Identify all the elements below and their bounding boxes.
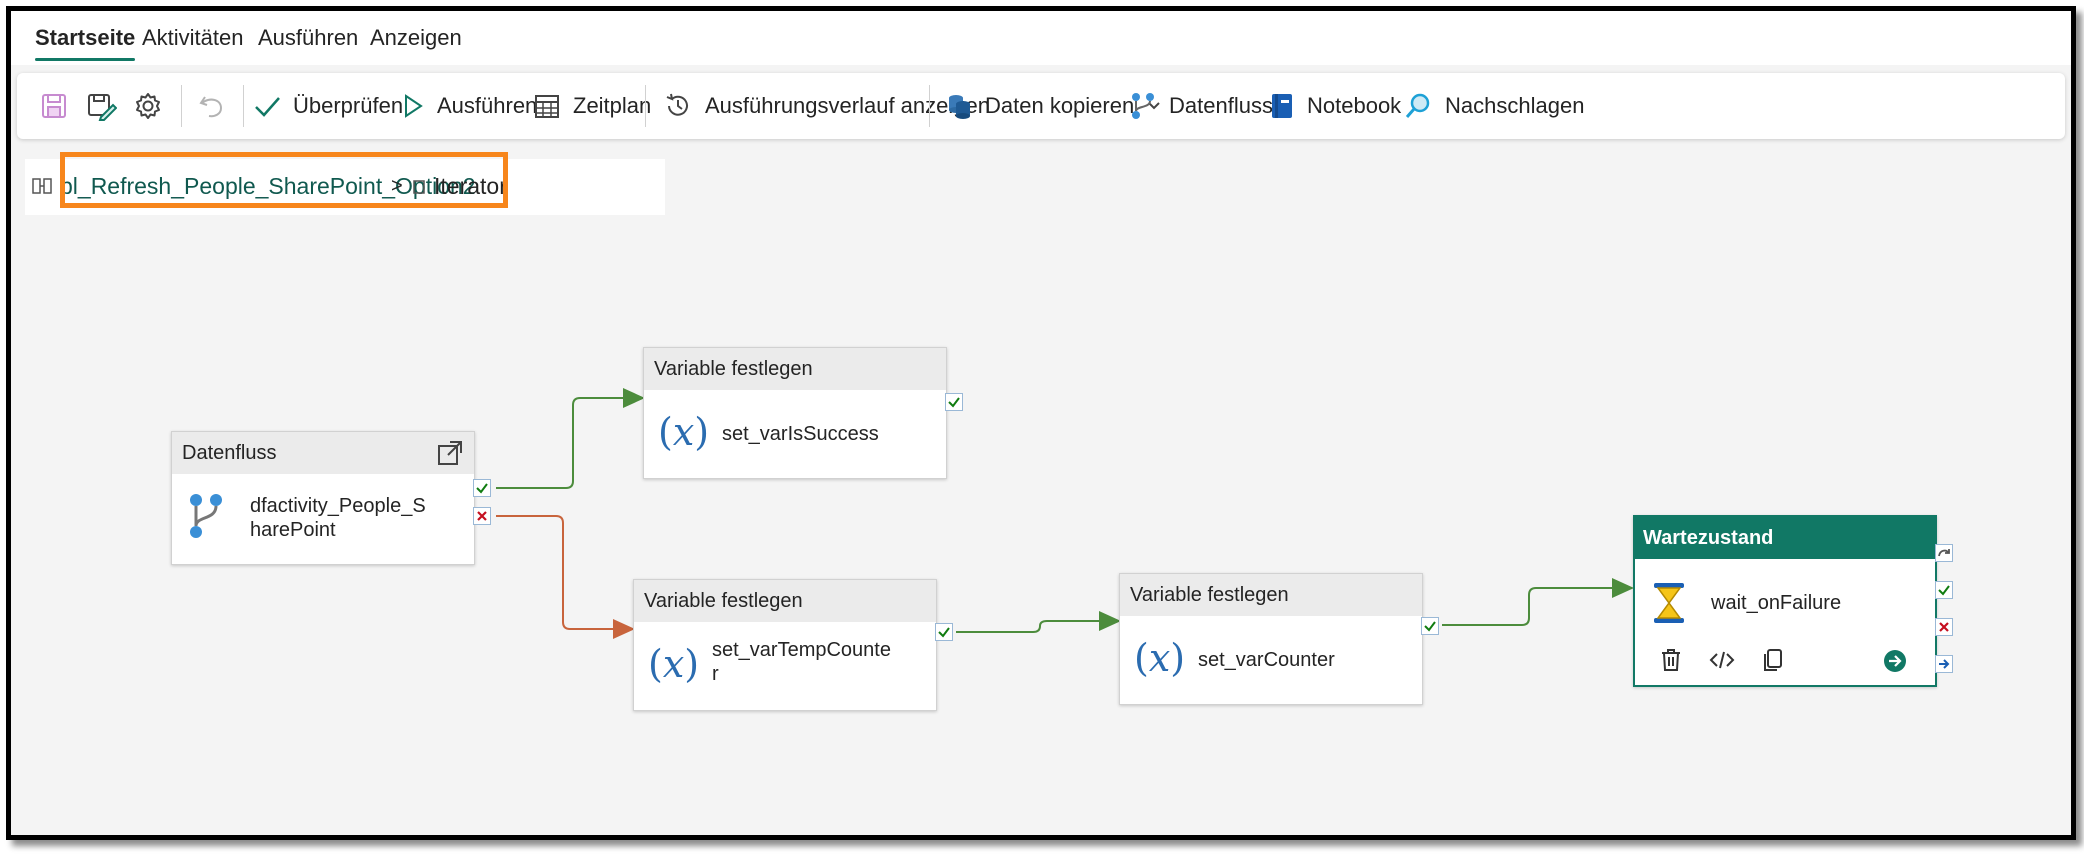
connector-success — [496, 388, 645, 489]
tab-anzeigen[interactable]: Anzeigen — [370, 25, 462, 51]
gear-icon — [136, 93, 160, 119]
completion-port[interactable] — [1935, 655, 1953, 673]
checkmark-icon — [938, 627, 950, 638]
magnifier-icon — [1405, 93, 1430, 118]
success-port[interactable] — [1935, 581, 1953, 599]
success-port[interactable] — [935, 623, 953, 641]
node-header: Variable festlegen — [644, 348, 946, 390]
set-variable-node[interactable]: Variable festlegen (x) set_varTempCounte… — [633, 579, 937, 711]
toolbar-divider — [243, 85, 244, 127]
node-type-label: Datenfluss — [182, 442, 277, 464]
arrow-right-icon — [1939, 659, 1950, 669]
node-header: Variable festlegen — [634, 580, 936, 622]
highlight-box — [60, 152, 508, 208]
node-name: set_varCounter — [1198, 649, 1335, 671]
save-as-icon — [88, 94, 117, 121]
play-icon — [405, 94, 423, 118]
variable-icon: (x) — [658, 410, 710, 454]
run-button[interactable]: Ausführen — [401, 73, 537, 139]
lookup-label: Nachschlagen — [1445, 93, 1585, 118]
node-type-label: Variable festlegen — [654, 358, 813, 380]
schedule-button[interactable]: Zeitplan — [533, 73, 651, 139]
node-header: Datenfluss — [172, 432, 474, 474]
node-name: wait_onFailure — [1711, 592, 1842, 614]
variable-icon: (x) — [648, 642, 700, 686]
node-type-label: Variable festlegen — [644, 590, 803, 612]
run-history-button[interactable]: Ausführungsverlauf anzeigen — [663, 73, 990, 139]
checkmark-icon — [255, 97, 280, 117]
close-icon — [1939, 622, 1949, 632]
tab-ausfuehren[interactable]: Ausführen — [258, 25, 358, 51]
calendar-icon — [535, 95, 559, 118]
node-header: Variable festlegen — [1120, 574, 1422, 616]
window-frame: Startseite Aktivitäten Ausführen Anzeige… — [6, 6, 2076, 840]
arrow-right-circle-icon[interactable] — [1883, 649, 1907, 673]
copy-data-label: Daten kopieren — [985, 93, 1135, 118]
dataflow-icon — [190, 494, 222, 538]
tab-startseite[interactable]: Startseite — [35, 25, 136, 61]
run-label: Ausführen — [437, 93, 538, 118]
set-variable-node[interactable]: Variable festlegen (x) set_varCounter — [1119, 573, 1423, 705]
variable-icon: (x) — [1134, 636, 1186, 680]
toolbar-divider — [929, 85, 930, 127]
node-name: set_varIsSuccess — [722, 423, 879, 445]
schedule-label: Zeitplan — [573, 93, 652, 118]
connector-success — [1442, 578, 1634, 626]
lookup-button[interactable]: Nachschlagen — [1403, 73, 1584, 139]
pipeline-icon — [32, 178, 52, 194]
undo-icon — [199, 96, 223, 118]
node-type-label: Variable festlegen — [1130, 584, 1289, 606]
skip-port[interactable] — [1935, 544, 1953, 562]
save-button[interactable] — [39, 73, 69, 139]
copy-icon[interactable] — [1761, 647, 1785, 673]
save-as-button[interactable] — [85, 73, 117, 139]
dataflow-button[interactable]: Datenfluss — [1129, 73, 1273, 139]
database-icon — [949, 95, 970, 119]
failure-port[interactable] — [473, 507, 491, 525]
code-icon[interactable] — [1709, 649, 1735, 671]
notebook-button[interactable]: Notebook — [1269, 73, 1401, 139]
wait-activity-node[interactable]: Wartezustand wait_onFailure — [1633, 515, 1937, 687]
notebook-icon — [1272, 94, 1292, 118]
checkmark-icon — [476, 483, 488, 494]
settings-button[interactable] — [133, 73, 163, 139]
notebook-label: Notebook — [1307, 93, 1402, 118]
ribbon-tabs: Startseite Aktivitäten Ausführen Anzeige… — [11, 11, 2071, 65]
connector-failure — [496, 515, 635, 639]
tab-aktivitaeten[interactable]: Aktivitäten — [142, 25, 244, 51]
toolbar-divider — [645, 85, 646, 127]
node-name: dfactivity_People_S harePoint — [250, 495, 426, 541]
toolbar-divider — [181, 85, 182, 127]
validate-button[interactable]: Überprüfen — [253, 73, 403, 139]
success-port[interactable] — [945, 393, 963, 411]
dataflow-activity-node[interactable]: Datenfluss dfactivity_People_S harePoint — [171, 431, 475, 565]
dataflow-icon — [1132, 93, 1154, 119]
success-port[interactable] — [1421, 617, 1439, 635]
checkmark-icon — [948, 397, 960, 408]
success-port[interactable] — [473, 479, 491, 497]
validate-label: Überprüfen — [293, 93, 404, 118]
hourglass-icon — [1654, 583, 1684, 623]
close-icon — [477, 511, 487, 521]
history-icon — [666, 93, 688, 116]
open-external-icon[interactable] — [436, 439, 464, 467]
undo-button[interactable] — [197, 73, 227, 139]
node-header: Wartezustand — [1635, 517, 1935, 559]
connector-success — [956, 611, 1121, 633]
failure-port[interactable] — [1935, 618, 1953, 636]
checkmark-icon — [1424, 621, 1436, 632]
dataflow-label: Datenfluss — [1169, 93, 1273, 118]
redo-arrow-icon — [1938, 549, 1950, 557]
set-variable-node[interactable]: Variable festlegen (x) set_varIsSuccess — [643, 347, 947, 479]
toolbar: Überprüfen Ausführen Zeitplan Ausführung… — [17, 73, 2065, 139]
save-icon — [42, 94, 66, 118]
trash-icon[interactable] — [1659, 647, 1683, 673]
checkmark-icon — [1938, 585, 1950, 596]
node-name: set_varTempCounte r — [712, 639, 891, 685]
node-type-label: Wartezustand — [1643, 527, 1774, 549]
